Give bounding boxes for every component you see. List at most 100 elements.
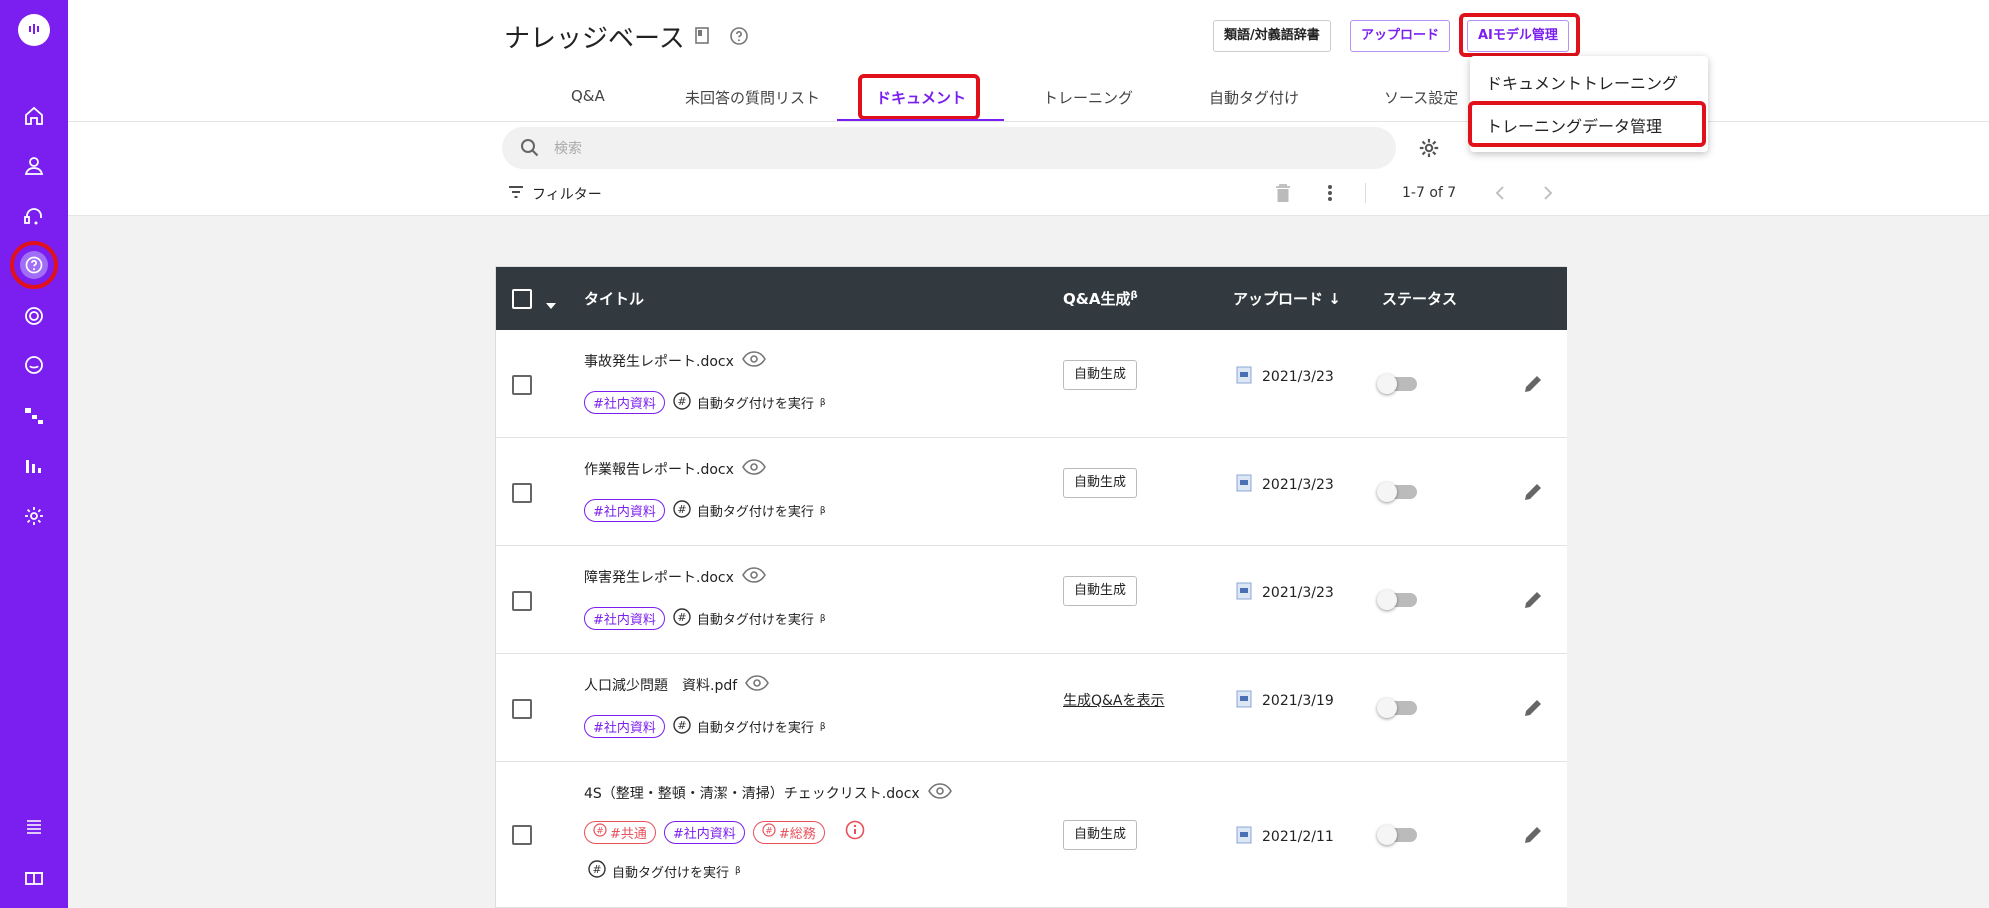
more-vert-icon[interactable] xyxy=(1326,183,1334,207)
table-row[interactable]: 人口減少問題 資料.pdf #社内資料 # 自動タグ付けを実行 β 生成Q&Aを表… xyxy=(496,654,1567,762)
file-name-text: 事故発生レポート.docx xyxy=(584,354,734,370)
auto-tag-button[interactable]: # 自動タグ付けを実行 β xyxy=(673,391,826,414)
tab-qa[interactable]: Q&A xyxy=(571,87,605,105)
file-name[interactable]: 障害発生レポート.docx xyxy=(584,567,766,587)
edit-icon[interactable] xyxy=(1522,481,1544,503)
status-toggle[interactable] xyxy=(1377,590,1417,610)
eye-icon[interactable] xyxy=(741,351,766,371)
status-toggle[interactable] xyxy=(1377,825,1417,845)
home-icon[interactable] xyxy=(20,102,48,130)
app-logo[interactable] xyxy=(18,14,50,46)
support-icon[interactable] xyxy=(20,202,48,230)
table-row[interactable]: 4S（整理・整頓・清潔・清掃）チェックリスト.docx # #共通 #社内資料 #… xyxy=(496,762,1567,908)
file-name[interactable]: 人口減少問題 資料.pdf xyxy=(584,675,770,695)
file-name[interactable]: 作業報告レポート.docx xyxy=(584,459,766,479)
file-name[interactable]: 4S（整理・整頓・清潔・清掃）チェックリスト.docx xyxy=(584,783,952,803)
arrow-down-icon: ↓ xyxy=(1328,290,1341,308)
tag[interactable]: # #総務 xyxy=(752,820,825,844)
status-toggle[interactable] xyxy=(1377,482,1417,502)
file-name[interactable]: 事故発生レポート.docx xyxy=(584,351,766,371)
tab-source-settings[interactable]: ソース設定 xyxy=(1384,87,1458,108)
auto-tag-button[interactable]: # 自動タグ付けを実行 β xyxy=(588,860,741,882)
column-upload[interactable]: アップロード ↓ xyxy=(1233,288,1341,309)
file-name-text: 人口減少問題 資料.pdf xyxy=(584,678,738,694)
filter-button[interactable]: フィルター xyxy=(508,184,602,204)
tag[interactable]: #社内資料 xyxy=(584,715,665,738)
row-checkbox[interactable] xyxy=(512,375,532,395)
file-name-text: 作業報告レポート.docx xyxy=(584,462,734,478)
chat-icon[interactable] xyxy=(20,352,48,380)
chevron-right-icon[interactable] xyxy=(1542,185,1554,205)
auto-tag-label: 自動タグ付けを実行 xyxy=(696,397,814,412)
generate-button[interactable]: 自動生成 xyxy=(1063,360,1138,390)
analytics-icon[interactable] xyxy=(20,452,48,480)
gear-icon[interactable] xyxy=(1418,137,1440,163)
edit-icon[interactable] xyxy=(1522,697,1544,719)
edit-icon[interactable] xyxy=(1522,589,1544,611)
knowledge-base-icon[interactable] xyxy=(20,251,48,279)
ai-model-highlight xyxy=(1459,13,1580,57)
view-generated-qa-link[interactable]: 生成Q&Aを表示 xyxy=(1063,690,1165,710)
tab-training[interactable]: トレーニング xyxy=(1043,87,1133,108)
select-all-checkbox[interactable] xyxy=(512,289,532,309)
user-icon[interactable] xyxy=(20,152,48,180)
status-toggle[interactable] xyxy=(1377,698,1417,718)
tab-unanswered[interactable]: 未回答の質問リスト xyxy=(685,87,820,108)
tag[interactable]: # #共通 xyxy=(584,820,656,844)
tab-auto-tagging[interactable]: 自動タグ付け xyxy=(1209,87,1299,108)
delete-icon[interactable] xyxy=(1274,183,1292,207)
column-title[interactable]: タイトル xyxy=(584,288,644,309)
table-row[interactable]: 障害発生レポート.docx #社内資料 # 自動タグ付けを実行 β 自動生成 20… xyxy=(496,546,1567,654)
tag-label: #総務 xyxy=(778,826,816,842)
tag[interactable]: #社内資料 xyxy=(584,391,665,414)
gift-icon[interactable] xyxy=(20,862,48,890)
upload-date: 2021/2/11 xyxy=(1236,826,1334,848)
eye-icon[interactable] xyxy=(745,675,770,695)
edit-icon[interactable] xyxy=(1522,373,1544,395)
book-icon[interactable] xyxy=(693,26,713,46)
caret-down-icon[interactable] xyxy=(546,294,556,313)
upload-button[interactable]: アップロード xyxy=(1350,20,1451,52)
eye-icon[interactable] xyxy=(927,783,952,803)
target-icon[interactable] xyxy=(20,302,48,330)
beta-mark: β xyxy=(819,721,826,732)
flow-icon[interactable] xyxy=(20,402,48,430)
upload-date-text: 2021/3/23 xyxy=(1262,369,1334,385)
synonym-dictionary-button[interactable]: 類語/対義語辞書 xyxy=(1213,20,1331,52)
help-icon[interactable] xyxy=(729,26,749,46)
file-name-text: 4S（整理・整頓・清潔・清掃）チェックリスト.docx xyxy=(584,786,920,802)
auto-tag-button[interactable]: # 自動タグ付けを実行 β xyxy=(673,499,826,522)
auto-tag-button[interactable]: # 自動タグ付けを実行 β xyxy=(673,607,826,630)
hashtag-icon: # xyxy=(673,391,691,414)
status-toggle[interactable] xyxy=(1377,374,1417,394)
active-tab-indicator xyxy=(837,119,1004,121)
generate-button[interactable]: 自動生成 xyxy=(1063,576,1138,606)
info-icon[interactable] xyxy=(845,820,865,844)
generate-button[interactable]: 自動生成 xyxy=(1063,820,1138,850)
tag[interactable]: #社内資料 xyxy=(584,607,665,630)
edit-icon[interactable] xyxy=(1522,824,1544,846)
eye-icon[interactable] xyxy=(741,567,766,587)
row-checkbox[interactable] xyxy=(512,825,532,845)
generate-button[interactable]: 自動生成 xyxy=(1063,468,1138,498)
row-checkbox[interactable] xyxy=(512,591,532,611)
file-type-icon xyxy=(1236,826,1252,848)
table-row[interactable]: 事故発生レポート.docx #社内資料 # 自動タグ付けを実行 β 自動生成 20… xyxy=(496,330,1567,438)
auto-tag-button[interactable]: # 自動タグ付けを実行 β xyxy=(673,715,826,738)
eye-icon[interactable] xyxy=(741,459,766,479)
upload-date: 2021/3/23 xyxy=(1236,474,1334,496)
column-qa-generation[interactable]: Q&A生成β xyxy=(1063,288,1138,309)
search-input[interactable] xyxy=(554,127,1374,169)
tag[interactable]: #社内資料 xyxy=(584,499,665,522)
chevron-left-icon[interactable] xyxy=(1494,185,1506,205)
menu-item-document-training[interactable]: ドキュメントトレーニング xyxy=(1486,70,1678,94)
pagination-range: 1-7 of 7 xyxy=(1402,185,1457,201)
column-status[interactable]: ステータス xyxy=(1382,288,1457,309)
table-row[interactable]: 作業報告レポート.docx #社内資料 # 自動タグ付けを実行 β 自動生成 20… xyxy=(496,438,1567,546)
tag[interactable]: #社内資料 xyxy=(663,820,745,844)
menu-icon[interactable] xyxy=(20,812,48,840)
settings-icon[interactable] xyxy=(20,502,48,530)
row-checkbox[interactable] xyxy=(512,483,532,503)
row-checkbox[interactable] xyxy=(512,699,532,719)
file-type-icon xyxy=(1236,582,1252,604)
